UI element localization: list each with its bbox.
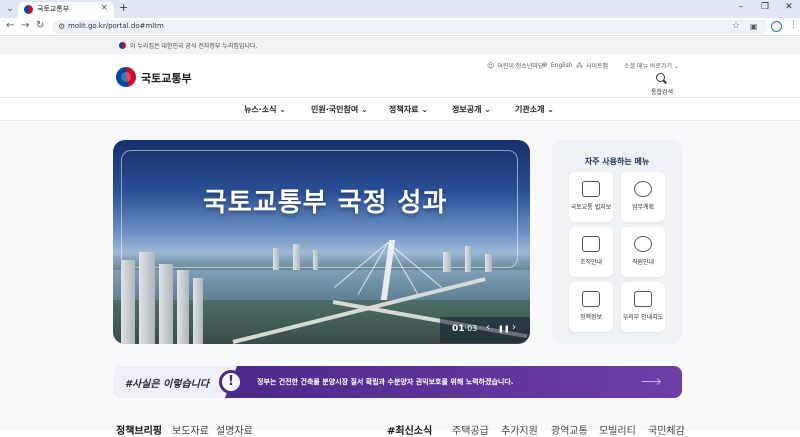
more-menu-icon[interactable]: ⋮ bbox=[789, 20, 798, 30]
hero-title: 국토교통부 국정 성과 bbox=[203, 188, 448, 218]
hero-counter-current: 01 bbox=[452, 324, 465, 334]
hero-building bbox=[485, 254, 492, 272]
nav-news[interactable]: 뉴스·소식 ⌄ bbox=[244, 104, 286, 115]
ministry-logo-text[interactable]: 국토교통부 bbox=[141, 70, 192, 86]
util-english-label: English bbox=[550, 61, 573, 69]
freq-item-label: 업무계획 bbox=[631, 204, 655, 211]
nav-about[interactable]: 기관소개 ⌄ bbox=[515, 104, 554, 115]
hero-building bbox=[193, 278, 203, 344]
freq-item-policy[interactable]: 정책정보 bbox=[569, 282, 613, 332]
gov-official-banner: 이 누리집은 대한민국 공식 전자정부 누리집입니다. bbox=[0, 37, 800, 54]
util-youth-label: 어린이 청소년마당 bbox=[497, 63, 544, 70]
favicon-icon bbox=[24, 5, 33, 14]
close-window-button[interactable]: ✕ bbox=[784, 2, 794, 12]
fact-check-banner[interactable]: #사실은 이렇습니다 ! 정부는 건전한 건축물 분양시장 질서 확립과 수분양… bbox=[113, 366, 682, 398]
back-button[interactable]: ← bbox=[6, 20, 14, 31]
hero-building bbox=[159, 264, 173, 344]
hero-building bbox=[139, 252, 155, 344]
tab-close-icon[interactable]: × bbox=[100, 3, 108, 13]
freq-item-law[interactable]: 국토교통 법지보 bbox=[569, 172, 613, 222]
hero-building bbox=[293, 244, 300, 270]
freq-item-staff[interactable]: 직원안내 bbox=[621, 227, 665, 277]
main-nav: 뉴스·소식 ⌄ 민원·국민참여 ⌄ 정책자료 ⌄ 정보공개 ⌄ 기관소개 ⌄ bbox=[0, 97, 800, 121]
ministry-logo-icon[interactable] bbox=[116, 67, 136, 87]
frequent-menu-panel: 자주 사용하는 메뉴 국토교통 법지보 업무계획 조직안내 직원안내 정책정보 … bbox=[552, 140, 682, 344]
freq-item-label: 국토교통 법지보 bbox=[570, 204, 612, 211]
frequent-menu-title: 자주 사용하는 메뉴 bbox=[584, 157, 650, 166]
bookmark-star-icon[interactable]: ☆ bbox=[732, 21, 740, 31]
tab-search-icon[interactable]: ⌄ bbox=[4, 3, 16, 15]
hero-building bbox=[177, 270, 189, 344]
browser-toolbar: ← → ↻ ⚙ molit.go.kr/portal.do#mltm ☆ ▣ ⋮ bbox=[0, 18, 800, 36]
site-info-icon[interactable]: ⚙ bbox=[58, 22, 65, 31]
restore-button[interactable]: ❐ bbox=[760, 2, 770, 12]
forward-button[interactable]: → bbox=[21, 20, 29, 31]
browser-tabstrip: ⌄ 국토교통부 × + – ❐ ✕ bbox=[0, 0, 800, 18]
fact-check-text: 정부는 건전한 건축물 분양시장 질서 확립과 수분양자 권익보호를 위해 노력… bbox=[257, 378, 514, 386]
freq-item-label: 직원안내 bbox=[631, 259, 655, 266]
search-icon[interactable] bbox=[656, 73, 665, 82]
fact-check-label: #사실은 이렇습니다 bbox=[125, 379, 210, 390]
sitemap-icon: ⁂ bbox=[576, 61, 583, 70]
minimize-button[interactable]: – bbox=[736, 2, 746, 12]
hero-pause-button[interactable]: ❚❚ bbox=[498, 325, 510, 333]
reload-button[interactable]: ↻ bbox=[36, 20, 44, 31]
address-bar[interactable]: ⚙ molit.go.kr/portal.do#mltm ☆ bbox=[52, 20, 768, 34]
freq-item-org[interactable]: 조직안내 bbox=[569, 227, 613, 277]
hero-building bbox=[313, 250, 318, 270]
hero-building bbox=[443, 252, 451, 272]
korea-flag-icon bbox=[119, 42, 126, 49]
hero-building bbox=[121, 260, 135, 344]
arrow-right-icon[interactable] bbox=[642, 381, 660, 382]
util-english[interactable]: ⊕ English bbox=[542, 61, 573, 69]
clipboard-check-icon bbox=[582, 291, 600, 307]
tab-title: 국토교통부 bbox=[37, 5, 70, 13]
org-chart-icon bbox=[582, 236, 600, 252]
new-tab-button[interactable]: + bbox=[119, 1, 128, 14]
nav-civil[interactable]: 민원·국민참여 ⌄ bbox=[311, 104, 368, 115]
freq-item-label: 정책정보 bbox=[579, 314, 603, 321]
people-icon bbox=[634, 236, 652, 252]
freq-item-label: 조직안내 bbox=[579, 259, 603, 266]
monitor-icon bbox=[582, 181, 600, 197]
hero-controls: 01·03 ‹ ❚❚ › bbox=[440, 317, 530, 343]
lightbulb-icon bbox=[634, 181, 652, 197]
freq-item-map[interactable]: 우리부 안내지도 bbox=[621, 282, 665, 332]
quick-menu-dropdown[interactable]: 소셜 메뉴 바로가기 ⌄ bbox=[624, 61, 679, 70]
hero-next-button[interactable]: › bbox=[512, 322, 516, 333]
exclamation-icon: ! bbox=[219, 370, 243, 394]
hero-prev-button[interactable]: ‹ bbox=[486, 322, 490, 333]
nav-disclosure[interactable]: 정보공개 ⌄ bbox=[452, 104, 491, 115]
profile-avatar-icon[interactable] bbox=[771, 21, 782, 32]
hero-building bbox=[273, 248, 279, 270]
child-icon: ☺ bbox=[487, 61, 495, 70]
freq-item-label: 우리부 안내지도 bbox=[622, 314, 664, 321]
util-sitemap-label: 사이트맵 bbox=[586, 63, 609, 70]
nav-policy[interactable]: 정책자료 ⌄ bbox=[389, 104, 428, 115]
globe-icon: ⊕ bbox=[542, 61, 548, 69]
search-label[interactable]: 통합검색 bbox=[651, 87, 673, 96]
extensions-icon[interactable]: ▣ bbox=[750, 22, 758, 31]
hero-building bbox=[465, 246, 471, 272]
gov-banner-text: 이 누리집은 대한민국 공식 전자정부 누리집입니다. bbox=[130, 43, 258, 50]
map-icon bbox=[634, 291, 652, 307]
freq-item-plan[interactable]: 업무계획 bbox=[621, 172, 665, 222]
hero-banner[interactable]: 국토교통부 국정 성과 bbox=[113, 140, 530, 344]
browser-tab[interactable]: 국토교통부 × bbox=[18, 2, 114, 18]
util-youth[interactable]: ☺ 어린이 청소년마당 bbox=[487, 61, 544, 71]
util-sitemap[interactable]: ⁂ 사이트맵 bbox=[576, 61, 609, 71]
window-controls: – ❐ ✕ bbox=[736, 2, 794, 12]
hero-counter-total: ·03 bbox=[464, 324, 478, 333]
hero-counter: 01·03 bbox=[452, 324, 477, 334]
url-text: molit.go.kr/portal.do#mltm bbox=[68, 22, 164, 30]
